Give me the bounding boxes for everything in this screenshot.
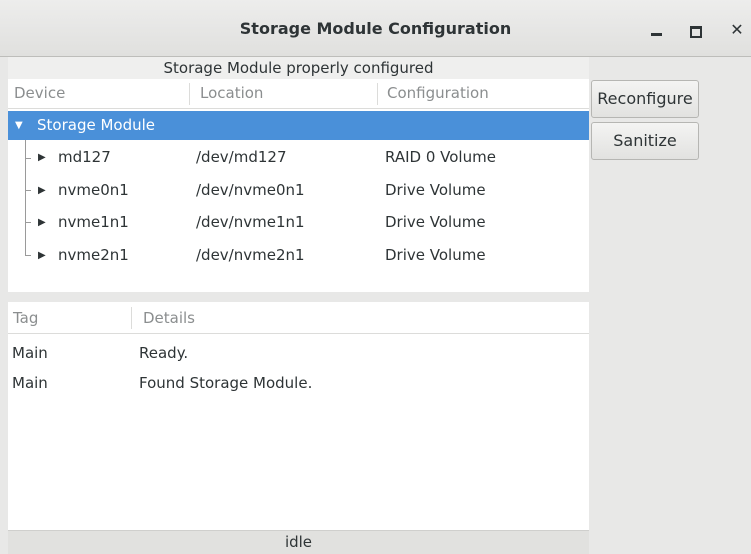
expander-expanded-icon[interactable]: ▼ [15,120,23,131]
column-separator [131,307,132,329]
log-table[interactable]: Tag Details Main Ready. Main Found Stora… [8,302,589,530]
expander-collapsed-icon[interactable]: ▶ [38,250,46,261]
status-bar: idle [8,530,589,554]
log-details: Ready. [139,344,189,362]
device-configuration: Drive Volume [385,246,486,264]
device-location: /dev/nvme0n1 [196,181,305,199]
column-configuration[interactable]: Configuration [387,84,489,102]
device-location: /dev/md127 [196,148,287,166]
device-tree[interactable]: Device Location Configuration ▼ Storage … [8,79,589,292]
expander-collapsed-icon[interactable]: ▶ [38,217,46,228]
tree-row[interactable]: ▶ nvme1n1 /dev/nvme1n1 Drive Volume [8,207,589,239]
main-window: Storage Module Configuration ✕ Storage M… [0,0,751,554]
device-location: /dev/nvme1n1 [196,213,305,231]
tree-row[interactable]: ▶ nvme0n1 /dev/nvme0n1 Drive Volume [8,175,589,207]
maximize-icon [690,26,702,38]
tree-row-storage-module[interactable]: ▼ Storage Module [8,111,589,140]
minimize-button[interactable] [645,18,669,42]
log-tag: Main [12,344,48,362]
reconfigure-button[interactable]: Reconfigure [591,80,699,118]
tree-row[interactable]: ▶ nvme2n1 /dev/nvme2n1 Drive Volume [8,240,589,272]
root-label: Storage Module [37,116,156,134]
log-details: Found Storage Module. [139,374,313,392]
device-configuration: Drive Volume [385,181,486,199]
column-tag[interactable]: Tag [13,309,38,327]
status-message: Storage Module properly configured [8,57,589,79]
window-title: Storage Module Configuration [239,19,512,38]
title-bar[interactable]: Storage Module Configuration ✕ [0,0,751,57]
column-separator [189,83,190,105]
device-configuration: Drive Volume [385,213,486,231]
tree-header: Device Location Configuration [8,79,589,109]
maximize-button[interactable] [684,18,708,42]
expander-collapsed-icon[interactable]: ▶ [38,152,46,163]
device-name: nvme0n1 [58,181,129,199]
log-tag: Main [12,374,48,392]
device-name: nvme1n1 [58,213,129,231]
tree-row[interactable]: ▶ md127 /dev/md127 RAID 0 Volume [8,142,589,174]
log-header: Tag Details [8,302,589,334]
expander-collapsed-icon[interactable]: ▶ [38,185,46,196]
device-name: md127 [58,148,111,166]
log-row[interactable]: Main Found Storage Module. [8,368,589,398]
sanitize-button[interactable]: Sanitize [591,122,699,160]
close-icon: ✕ [730,20,744,39]
column-separator [377,83,378,105]
close-button[interactable]: ✕ [725,18,749,42]
column-location[interactable]: Location [200,84,263,102]
window-edge [0,57,8,554]
minimize-icon [651,33,662,36]
log-row[interactable]: Main Ready. [8,338,589,368]
column-device[interactable]: Device [14,84,65,102]
device-configuration: RAID 0 Volume [385,148,496,166]
device-name: nvme2n1 [58,246,129,264]
device-location: /dev/nvme2n1 [196,246,305,264]
column-details[interactable]: Details [143,309,195,327]
